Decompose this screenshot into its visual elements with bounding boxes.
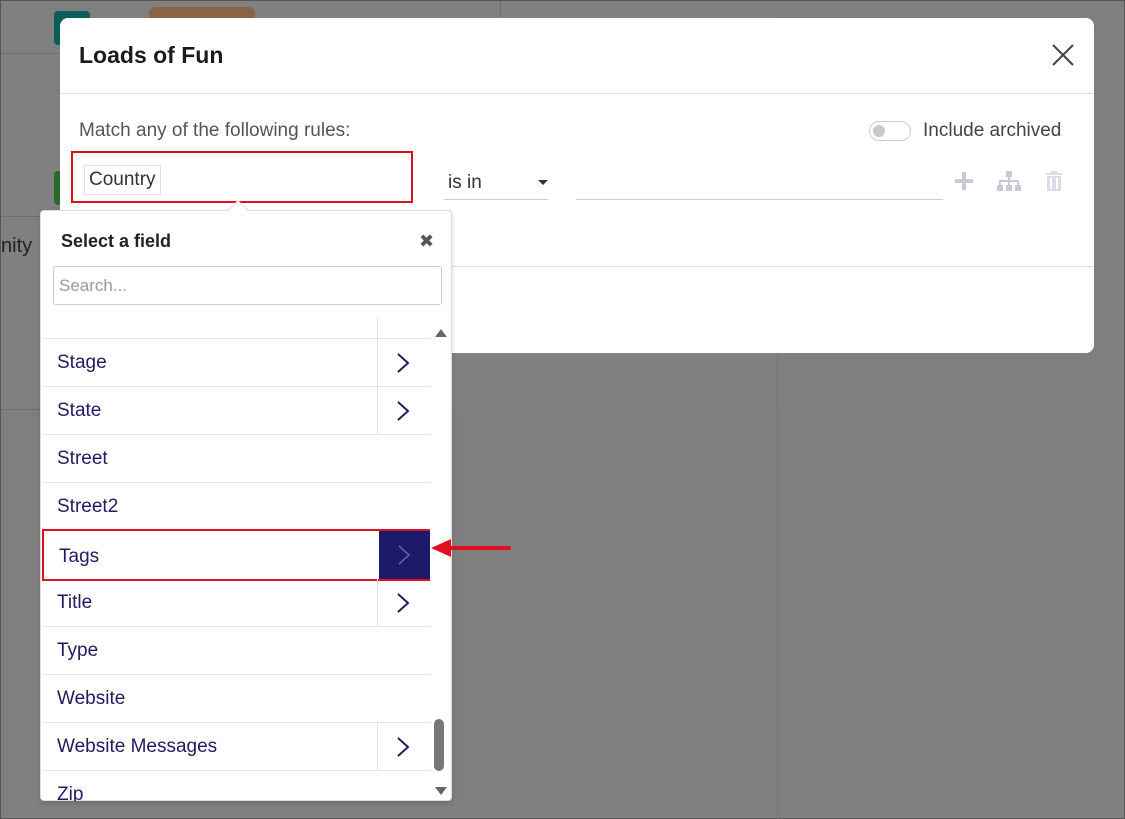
close-icon[interactable] xyxy=(1048,40,1078,70)
scroll-up-icon[interactable] xyxy=(435,329,447,337)
field-item-title[interactable]: Title xyxy=(42,579,430,627)
field-picker-popover: Select a field ✖ Stage State Street Stre… xyxy=(40,200,452,801)
field-item-label: Website Messages xyxy=(57,736,218,757)
chevron-right-icon[interactable] xyxy=(377,317,430,338)
background-divider xyxy=(500,1,501,17)
background-text: nity xyxy=(1,235,33,257)
rule-value-input[interactable] xyxy=(576,166,943,200)
close-icon[interactable]: ✖ xyxy=(419,231,434,252)
chevron-right-icon[interactable] xyxy=(377,579,430,626)
trash-icon[interactable] xyxy=(1044,170,1064,197)
include-archived-toggle[interactable] xyxy=(869,121,911,141)
field-item-state[interactable]: State xyxy=(42,387,430,435)
background-divider xyxy=(1,409,41,410)
background-divider xyxy=(777,353,778,819)
rule-field-selector[interactable]: Country xyxy=(71,151,413,203)
scroll-down-icon[interactable] xyxy=(435,787,447,795)
match-rules-label: Match any of the following rules: xyxy=(79,120,351,141)
field-item-label: Type xyxy=(57,640,99,661)
field-item-website[interactable]: Website xyxy=(42,675,430,723)
chevron-right-icon[interactable] xyxy=(377,387,430,434)
toggle-knob xyxy=(873,125,885,137)
field-picker-title: Select a field xyxy=(61,231,172,251)
include-archived-label: Include archived xyxy=(923,120,1062,141)
rule-field-value: Country xyxy=(84,165,161,195)
caret-down-icon xyxy=(538,180,548,185)
rule-operator-value: is in xyxy=(448,172,482,193)
field-item-street2[interactable]: Street2 xyxy=(42,483,430,531)
field-search-input[interactable] xyxy=(53,266,442,305)
annotation-arrow-icon xyxy=(431,539,511,557)
rule-actions xyxy=(953,170,1073,196)
plus-icon[interactable] xyxy=(953,170,975,197)
field-item-label: Street2 xyxy=(57,496,119,517)
field-item-label: Title xyxy=(57,592,93,613)
field-item-label: Zip xyxy=(57,784,84,801)
field-item-label: State xyxy=(57,400,102,421)
field-item-tags[interactable]: Tags xyxy=(42,529,430,581)
modal-header: Loads of Fun xyxy=(60,18,1094,94)
field-item-label: Tags xyxy=(59,546,100,567)
field-item-label: Street xyxy=(57,448,108,469)
field-item-label: Stage xyxy=(57,352,107,373)
list-item[interactable] xyxy=(42,317,430,339)
chevron-right-icon[interactable] xyxy=(377,723,430,770)
modal-title: Loads of Fun xyxy=(79,42,224,68)
field-item-stage[interactable]: Stage xyxy=(42,339,430,387)
field-item-street[interactable]: Street xyxy=(42,435,430,483)
field-list-scrollbar[interactable] xyxy=(431,317,451,801)
chevron-right-icon[interactable] xyxy=(379,531,430,579)
field-item-type[interactable]: Type xyxy=(42,627,430,675)
field-item-zip[interactable]: Zip xyxy=(42,771,430,801)
chevron-right-icon[interactable] xyxy=(377,339,430,386)
field-list: Stage State Street Street2 Tags Title Ty… xyxy=(42,317,430,801)
rule-operator-select[interactable]: is in xyxy=(444,166,548,200)
field-item-label: Website xyxy=(57,688,126,709)
field-item-website-messages[interactable]: Website Messages xyxy=(42,723,430,771)
hierarchy-icon[interactable] xyxy=(996,170,1022,197)
scroll-thumb[interactable] xyxy=(434,719,444,771)
